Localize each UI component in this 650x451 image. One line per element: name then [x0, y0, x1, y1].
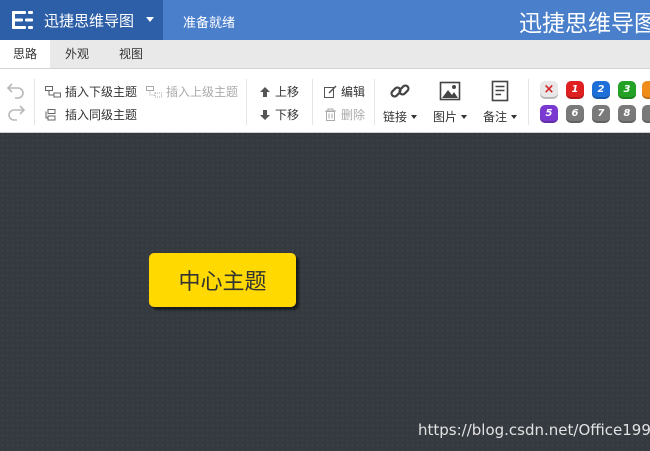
redo-icon[interactable] [6, 103, 26, 121]
insert-parent-topic-button[interactable]: 插入上级主题 [146, 83, 238, 100]
toolbar-divider [374, 79, 375, 125]
trash-icon [325, 108, 336, 121]
toolbar: 插入下级主题 插入上级主题 插入同级主题 上移 下移 编辑 删除 链接 图片 备… [0, 69, 650, 133]
priority-4-icon[interactable] [642, 81, 650, 99]
insert-sibling-label: 插入同级主题 [65, 108, 138, 122]
insert-sibling-icon [45, 108, 56, 120]
undo-icon[interactable] [6, 81, 26, 99]
document-title: 迅捷思维导图 [519, 11, 650, 37]
chevron-down-icon [146, 17, 154, 22]
priority-clear-icon[interactable]: × [540, 81, 558, 99]
chevron-down-icon [411, 114, 417, 119]
toolbar-divider [312, 79, 313, 125]
delete-button[interactable]: 删除 [324, 106, 365, 123]
priority-3-icon[interactable]: 3 [618, 81, 636, 99]
link-button[interactable]: 链接 [380, 80, 420, 125]
tab-view[interactable]: 视图 [106, 40, 156, 68]
insert-parent-label: 插入上级主题 [166, 85, 239, 99]
image-button[interactable]: 图片 [430, 80, 470, 125]
note-icon [491, 80, 509, 102]
insert-child-label: 插入下级主题 [65, 85, 138, 99]
mindmap-logo-icon [12, 11, 33, 29]
move-up-label: 上移 [275, 85, 300, 99]
insert-child-topic-button[interactable]: 插入下级主题 [45, 83, 137, 100]
priority-6-icon[interactable]: 6 [566, 105, 584, 123]
ribbon-tabs: 思路 外观 视图 [0, 40, 650, 69]
note-button[interactable]: 备注 [480, 80, 520, 125]
central-topic[interactable]: 中心主题 [149, 253, 296, 307]
tab-appearance[interactable]: 外观 [52, 40, 102, 68]
insert-child-icon [45, 85, 61, 97]
watermark-text: https://blog.csdn.net/Office1998 [418, 421, 650, 439]
move-down-label: 下移 [275, 108, 300, 122]
priority-8-icon[interactable]: 8 [618, 105, 636, 123]
move-up-button[interactable]: 上移 [259, 83, 299, 100]
app-menu-button[interactable]: 迅捷思维导图 [0, 0, 163, 40]
link-label: 链接 [382, 110, 407, 124]
arrow-down-icon [260, 109, 270, 120]
delete-label: 删除 [341, 108, 366, 122]
priority-1-icon[interactable]: 1 [566, 81, 584, 99]
insert-sibling-topic-button[interactable]: 插入同级主题 [45, 106, 137, 123]
toolbar-divider [246, 79, 247, 125]
image-label: 图片 [432, 110, 457, 124]
image-icon [439, 81, 461, 101]
edit-label: 编辑 [341, 85, 366, 99]
priority-9-icon[interactable] [642, 105, 650, 123]
arrow-up-icon [260, 86, 270, 97]
priority-5-icon[interactable]: 5 [540, 105, 558, 123]
app-name: 迅捷思维导图 [44, 12, 135, 30]
priority-7-icon[interactable]: 7 [592, 105, 610, 123]
edit-icon [324, 85, 337, 98]
note-label: 备注 [482, 110, 507, 124]
chevron-down-icon [461, 114, 467, 119]
tab-thinking[interactable]: 思路 [0, 40, 50, 68]
edit-button[interactable]: 编辑 [324, 83, 365, 100]
move-down-button[interactable]: 下移 [259, 106, 299, 123]
top-bar: 迅捷思维导图 准备就绪 迅捷思维导图 [0, 0, 650, 40]
mindmap-canvas[interactable]: 中心主题 https://blog.csdn.net/Office1998 [0, 133, 650, 451]
insert-parent-icon [146, 85, 162, 97]
link-icon [390, 84, 410, 98]
priority-2-icon[interactable]: 2 [592, 81, 610, 99]
toolbar-divider [34, 79, 35, 125]
toolbar-divider [528, 79, 529, 125]
status-text: 准备就绪 [183, 16, 236, 31]
chevron-down-icon [511, 114, 517, 119]
